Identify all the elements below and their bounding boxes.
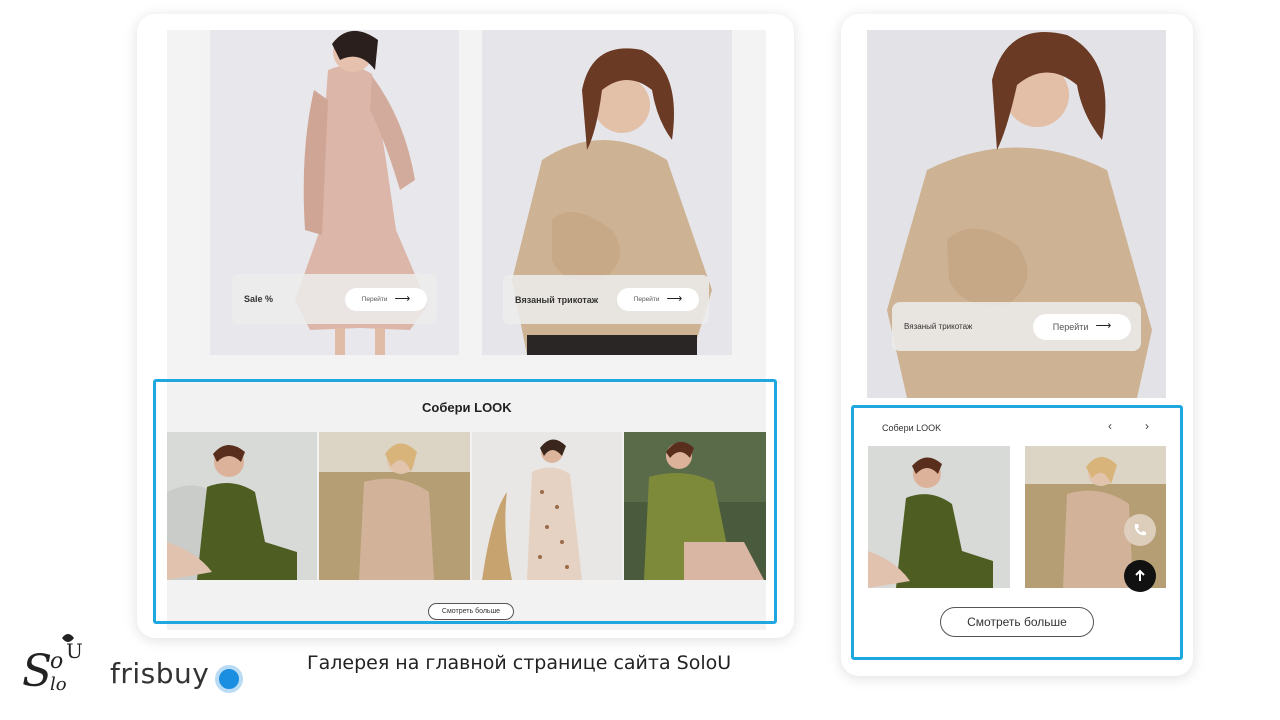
frisbuy-logo-dot-icon (215, 665, 243, 693)
promo-label-knitwear: Вязаный трикотаж (515, 294, 599, 305)
go-button-label: Перейти (633, 296, 660, 303)
slide-caption: Галерея на главной странице сайта SoloU (307, 652, 732, 674)
mobile-preview-card: Вязаный трикотаж Перейти ⟶ Собери LOOK ‹… (841, 14, 1193, 676)
promo-bar-knitwear: Вязаный трикотаж Перейти ⟶ (503, 275, 709, 324)
promo-label-sale: Sale % (244, 294, 274, 304)
arrow-right-icon: ⟶ (666, 293, 683, 305)
svg-text:S: S (22, 646, 52, 697)
promo-bar-sale: Sale % Перейти ⟶ (232, 274, 437, 324)
mobile-go-button[interactable]: Перейти ⟶ (1033, 313, 1131, 340)
arrow-right-icon: ⟶ (394, 292, 411, 305)
svg-text:U: U (66, 639, 83, 663)
highlight-frame-mobile-gallery (851, 405, 1183, 660)
go-button-label: Перейти (1052, 321, 1089, 332)
svg-text:lo: lo (50, 674, 67, 695)
frisbuy-logo-text: frisbuy (110, 657, 210, 690)
arrow-right-icon: ⟶ (1095, 320, 1112, 332)
go-button-sale[interactable]: Перейти ⟶ (345, 287, 427, 311)
svg-text:o: o (50, 649, 63, 674)
highlight-frame-desktop-gallery (153, 379, 777, 624)
go-button-label: Перейти (361, 295, 388, 303)
solou-logo: S o U lo (22, 634, 83, 697)
mobile-promo-bar: Вязаный трикотаж Перейти ⟶ (892, 302, 1141, 351)
go-button-knitwear[interactable]: Перейти ⟶ (617, 288, 699, 311)
desktop-preview-card: Sale % Перейти ⟶ Вязаный трикотаж Перейт… (137, 14, 794, 638)
mobile-promo-label: Вязаный трикотаж (904, 322, 973, 331)
